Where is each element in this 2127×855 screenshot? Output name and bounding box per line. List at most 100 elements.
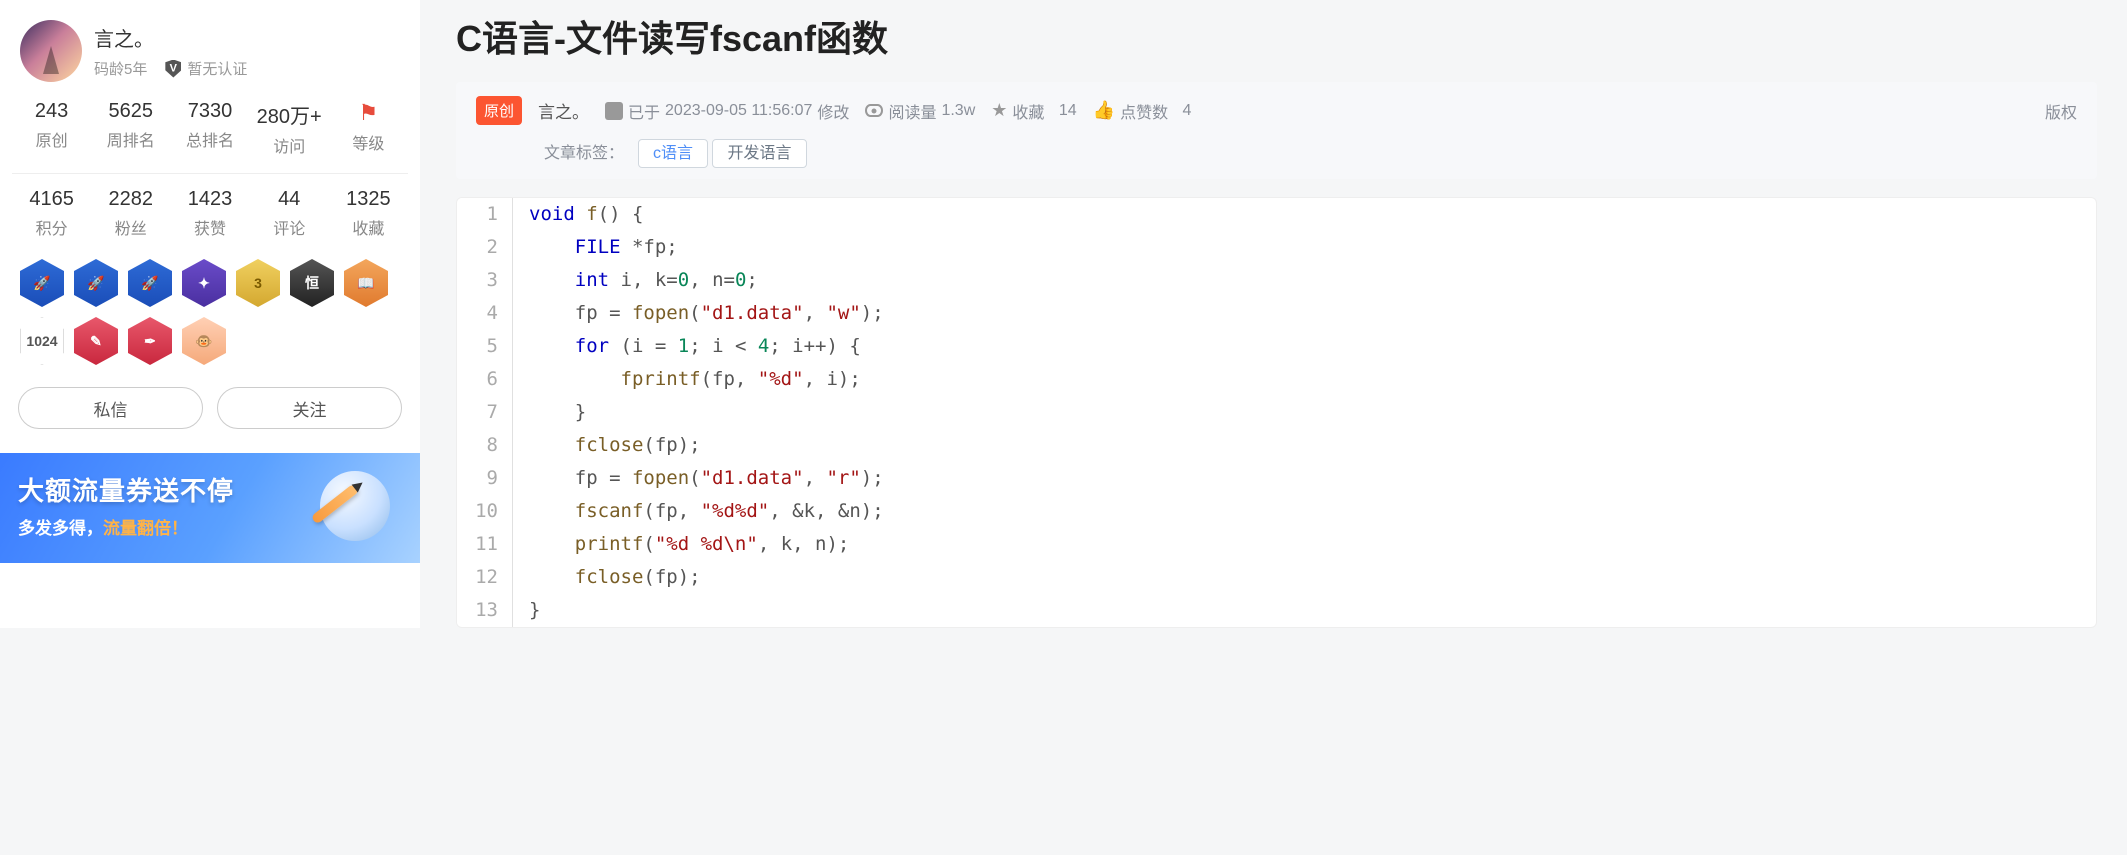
stat-item[interactable]: 1423获赞 <box>170 188 249 239</box>
line-number: 8 <box>457 429 513 462</box>
original-badge: 原创 <box>476 96 522 125</box>
article-meta: 原创 言之。 已于 2023-09-05 11:56:07 修改 阅读量1.3w… <box>456 82 2097 179</box>
thumb-icon: 👍 <box>1093 100 1115 121</box>
meta-author[interactable]: 言之。 <box>538 98 589 123</box>
view-count: 阅读量1.3w <box>865 99 975 123</box>
line-number: 5 <box>457 330 513 363</box>
code-source: for (i = 1; i < 4; i++) { <box>513 330 861 363</box>
line-number: 3 <box>457 264 513 297</box>
code-line: 7 } <box>457 396 2096 429</box>
tags-label: 文章标签： <box>544 139 624 163</box>
stat-label: 总排名 <box>170 127 249 151</box>
stat-item[interactable]: 280万+ 访问 <box>250 100 329 157</box>
article-main: C语言-文件读写fscanf函数 原创 言之。 已于 2023-09-05 11… <box>420 0 2127 628</box>
stat-item[interactable]: 44 评论 <box>250 188 329 239</box>
stats-row-1: 243 原创5625 周排名7330总排名280万+ 访问 ⚑ 等级 <box>12 100 408 174</box>
code-block[interactable]: 1void f() {2 FILE *fp;3 int i, k=0, n=0;… <box>456 197 2097 628</box>
line-number: 10 <box>457 495 513 528</box>
badge-icon[interactable]: 🚀 <box>128 259 172 307</box>
code-source: fp = fopen("d1.data", "r"); <box>513 462 884 495</box>
code-source: FILE *fp; <box>513 231 678 264</box>
article-tag[interactable]: c语言 <box>638 139 708 168</box>
line-number: 4 <box>457 297 513 330</box>
line-number: 2 <box>457 231 513 264</box>
code-line: 10 fscanf(fp, "%d%d", &k, &n); <box>457 495 2096 528</box>
badge-icon[interactable]: ✒ <box>128 317 172 365</box>
favorite-count[interactable]: ★ 收藏 14 <box>991 99 1076 123</box>
badge-icon[interactable]: 🚀 <box>74 259 118 307</box>
code-line: 4 fp = fopen("d1.data", "w"); <box>457 297 2096 330</box>
badge-icon[interactable]: 恒 <box>290 259 334 307</box>
stat-value: 1423 <box>170 188 249 211</box>
code-source: fclose(fp); <box>513 561 701 594</box>
stat-label: 等级 <box>329 130 408 154</box>
code-line: 11 printf("%d %d\n", k, n); <box>457 528 2096 561</box>
code-source: void f() { <box>513 198 643 231</box>
edit-icon <box>605 102 623 120</box>
stat-label: 周排名 <box>91 127 170 151</box>
promo-banner[interactable]: 大额流量券送不停 多发多得，流量翻倍！ <box>0 453 420 563</box>
stat-label: 收藏 <box>329 215 408 239</box>
stat-value: 1325 <box>329 188 408 211</box>
stat-item[interactable]: 4165 积分 <box>12 188 91 239</box>
stat-item[interactable]: ⚑ 等级 <box>329 100 408 157</box>
coding-age: 码龄5年 <box>94 58 147 79</box>
stat-value: ⚑ <box>329 100 408 126</box>
stat-label: 访问 <box>250 133 329 157</box>
author-name[interactable]: 言之。 <box>94 23 247 52</box>
line-number: 1 <box>457 198 513 231</box>
follow-button[interactable]: 关注 <box>217 387 402 429</box>
badge-icon[interactable]: 🐵 <box>182 317 226 365</box>
stat-item[interactable]: 243 原创 <box>12 100 91 157</box>
line-number: 11 <box>457 528 513 561</box>
code-source: fclose(fp); <box>513 429 701 462</box>
stat-value: 44 <box>250 188 329 211</box>
code-source: fscanf(fp, "%d%d", &k, &n); <box>513 495 884 528</box>
code-line: 1void f() { <box>457 198 2096 231</box>
badge-icon[interactable]: 3 <box>236 259 280 307</box>
shield-icon <box>165 60 181 78</box>
code-line: 5 for (i = 1; i < 4; i++) { <box>457 330 2096 363</box>
avatar[interactable] <box>20 20 82 82</box>
code-source: fp = fopen("d1.data", "w"); <box>513 297 884 330</box>
badge-icon[interactable]: 1024 <box>20 317 64 365</box>
profile-header: 言之。 码龄5年 暂无认证 <box>12 20 408 82</box>
code-line: 9 fp = fopen("d1.data", "r"); <box>457 462 2096 495</box>
stat-label: 原创 <box>12 127 91 151</box>
code-source: } <box>513 396 586 429</box>
stat-value: 280万+ <box>250 100 329 129</box>
stat-label: 积分 <box>12 215 91 239</box>
code-line: 3 int i, k=0, n=0; <box>457 264 2096 297</box>
cert-status: 暂无认证 <box>187 58 247 79</box>
stats-row-2: 4165 积分2282粉丝1423获赞44 评论1325 收藏 <box>12 188 408 249</box>
badge-icon[interactable]: 🚀 <box>20 259 64 307</box>
stat-label: 评论 <box>250 215 329 239</box>
line-number: 6 <box>457 363 513 396</box>
code-line: 2 FILE *fp; <box>457 231 2096 264</box>
stat-value: 4165 <box>12 188 91 211</box>
level-icon: ⚑ <box>359 100 379 125</box>
article-tag[interactable]: 开发语言 <box>712 139 806 168</box>
stat-value: 243 <box>12 100 91 123</box>
stat-item[interactable]: 5625 周排名 <box>91 100 170 157</box>
code-line: 12 fclose(fp); <box>457 561 2096 594</box>
author-sidebar: 言之。 码龄5年 暂无认证 243 原创5625 周排名7330总排名280万+ 访问… <box>0 0 420 628</box>
stat-label: 粉丝 <box>91 215 170 239</box>
line-number: 9 <box>457 462 513 495</box>
publish-time: 已于 2023-09-05 11:56:07 修改 <box>605 99 849 123</box>
line-number: 12 <box>457 561 513 594</box>
badge-list: 🚀 🚀 🚀 ✦ 3 恒 📖 1024 ✎ ✒ 🐵 <box>12 255 408 383</box>
stat-item[interactable]: 7330总排名 <box>170 100 249 157</box>
copyright-link[interactable]: 版权 <box>2045 99 2077 123</box>
stat-value: 5625 <box>91 100 170 123</box>
like-count[interactable]: 👍 点赞数 4 <box>1093 99 1192 123</box>
badge-icon[interactable]: 📖 <box>344 259 388 307</box>
badge-icon[interactable]: ✎ <box>74 317 118 365</box>
star-icon: ★ <box>991 100 1007 121</box>
stat-item[interactable]: 1325 收藏 <box>329 188 408 239</box>
badge-icon[interactable]: ✦ <box>182 259 226 307</box>
eye-icon <box>865 104 883 117</box>
article-title: C语言-文件读写fscanf函数 <box>456 0 2127 82</box>
stat-item[interactable]: 2282粉丝 <box>91 188 170 239</box>
message-button[interactable]: 私信 <box>18 387 203 429</box>
